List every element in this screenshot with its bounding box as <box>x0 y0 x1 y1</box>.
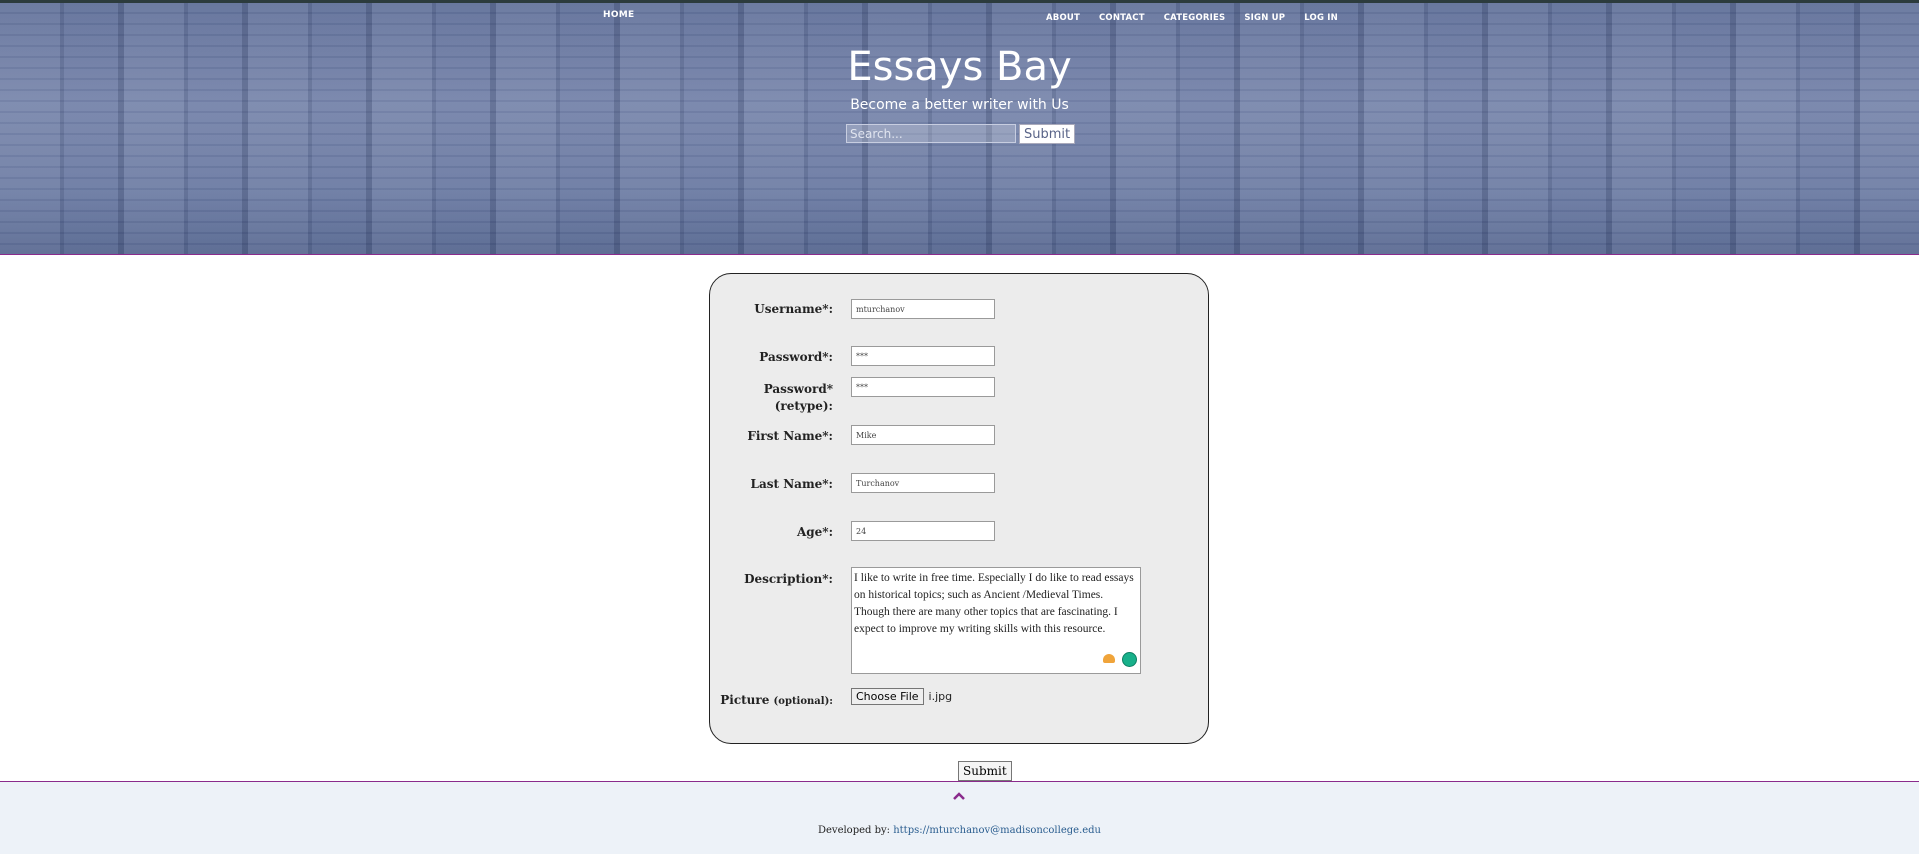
picture-file-input: Choose File i.jpg <box>851 688 952 705</box>
header-hero: HOME ABOUT CONTACT CATEGORIES SIGN UP LO… <box>0 0 1919 255</box>
picture-optional-text: (optional): <box>773 696 833 707</box>
password-retype-label-line2: (retype): <box>774 399 833 413</box>
search-submit-button[interactable]: Submit <box>1019 124 1076 144</box>
grammar-extension-icon[interactable] <box>1103 654 1115 663</box>
age-field[interactable] <box>851 521 995 541</box>
site-title: Essays Bay <box>847 44 1072 90</box>
nav-about-link[interactable]: ABOUT <box>1046 13 1080 23</box>
grammarly-icon[interactable] <box>1122 652 1137 667</box>
last-name-label: Last Name*: <box>750 477 833 491</box>
footer: Developed by: https://mturchanov@madison… <box>0 781 1919 854</box>
back-to-top-icon[interactable] <box>952 791 966 801</box>
description-textarea[interactable]: I like to write in free time. Especially… <box>851 567 1141 674</box>
top-nav: ABOUT CONTACT CATEGORIES SIGN UP LOG IN <box>1046 13 1357 23</box>
nav-home-link[interactable]: HOME <box>603 10 635 20</box>
first-name-label: First Name*: <box>747 429 833 443</box>
developer-credit: Developed by: https://mturchanov@madison… <box>0 825 1919 836</box>
site-tagline: Become a better writer with Us <box>850 97 1069 113</box>
username-label: Username*: <box>754 302 833 316</box>
username-field[interactable] <box>851 299 995 319</box>
picture-label-text: Picture <box>720 693 770 707</box>
developer-link[interactable]: https://mturchanov@madisoncollege.edu <box>893 825 1101 836</box>
nav-categories-link[interactable]: CATEGORIES <box>1164 13 1226 23</box>
password-field[interactable] <box>851 346 995 366</box>
password-retype-label: Password* (retype): <box>653 381 833 415</box>
nav-contact-link[interactable]: CONTACT <box>1099 13 1145 23</box>
age-label: Age*: <box>796 525 833 539</box>
password-label: Password*: <box>759 350 833 364</box>
description-label: Description*: <box>744 572 833 586</box>
search-form: Submit <box>846 124 1076 144</box>
first-name-field[interactable] <box>851 425 995 445</box>
developed-by-text: Developed by: <box>817 825 891 836</box>
search-input[interactable] <box>846 124 1016 143</box>
selected-file-name: i.jpg <box>928 690 953 703</box>
nav-login-link[interactable]: LOG IN <box>1304 13 1338 23</box>
picture-label: Picture (optional): <box>653 693 833 707</box>
nav-signup-link[interactable]: SIGN UP <box>1244 13 1285 23</box>
form-submit-button[interactable]: Submit <box>958 761 1012 781</box>
last-name-field[interactable] <box>851 473 995 493</box>
password-retype-label-line1: Password* <box>763 382 833 396</box>
choose-file-button[interactable]: Choose File <box>851 688 924 705</box>
password-retype-field[interactable] <box>851 377 995 397</box>
